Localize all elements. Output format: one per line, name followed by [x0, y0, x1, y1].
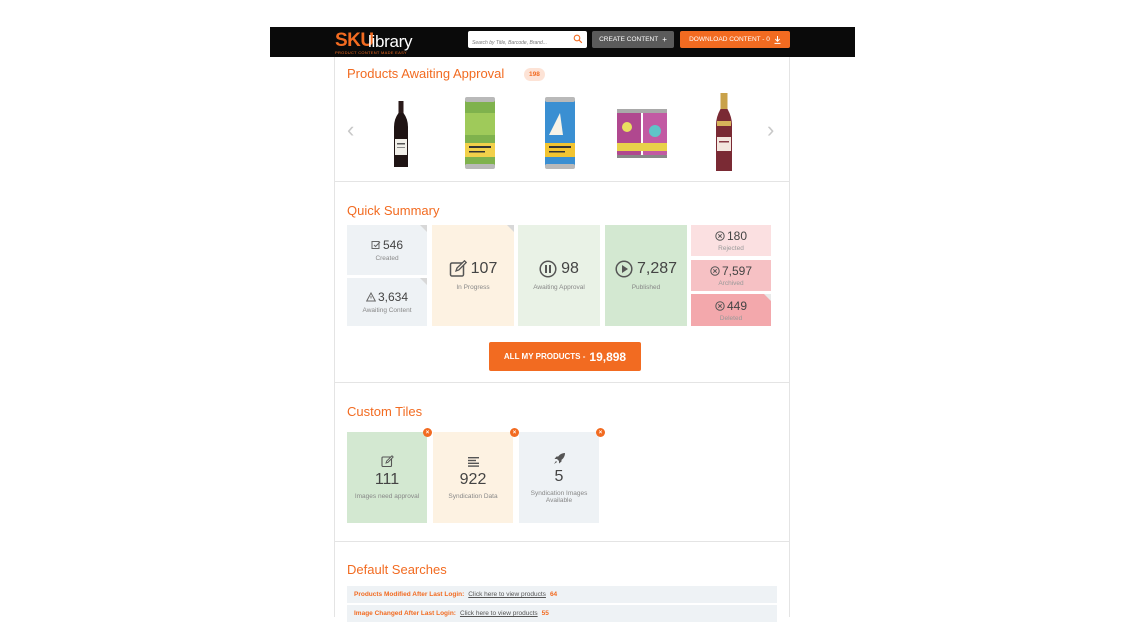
default-search-row: Image Changed After Last Login: Click he…	[347, 605, 777, 622]
default-searches-title: Default Searches	[347, 562, 447, 577]
dashboard-main: Products Awaiting Approval 198 ‹ › Quick…	[334, 57, 790, 622]
top-bar: SKU library PRODUCT CONTENT MADE EASY CR…	[270, 27, 855, 57]
search-icon[interactable]	[573, 34, 583, 44]
view-products-link[interactable]: Click here to view products	[468, 591, 546, 598]
tile-published-value: 7,287	[636, 260, 678, 277]
download-content-label: DOWNLOAD CONTENT - 0	[689, 36, 770, 43]
product-image-purple-four-pack[interactable]	[615, 105, 671, 161]
custom-tile-syndication-data[interactable]: 922 Syndication Data	[433, 432, 513, 523]
tile-archived[interactable]: 7,597 Archived	[691, 260, 771, 291]
search-box	[468, 31, 587, 52]
remove-tile-button[interactable]: ×	[423, 428, 432, 437]
tile-awaiting-content-value: 3,634	[377, 290, 409, 304]
default-searches-section: Default Searches Products Modified After…	[335, 543, 789, 622]
awaiting-approval-section: Products Awaiting Approval 198 ‹ ›	[335, 57, 789, 182]
x-circle-icon	[715, 300, 725, 311]
create-content-label: CREATE CONTENT	[599, 36, 659, 43]
tile-awaiting-content-label: Awaiting Content	[362, 307, 412, 314]
tile-created-value: 546	[382, 238, 404, 252]
all-my-products-label: ALL MY PRODUCTS -	[503, 352, 586, 361]
logo-tagline: PRODUCT CONTENT MADE EASY	[335, 50, 408, 55]
edit-icon	[380, 455, 394, 468]
rocket-icon	[553, 452, 565, 464]
custom-tiles-section: Custom Tiles 111 Images need approval × …	[335, 384, 789, 542]
custom-tile-label: Images need approval	[354, 493, 420, 500]
tile-in-progress-label: In Progress	[456, 284, 490, 291]
default-search-count: 55	[541, 610, 549, 617]
custom-tile-value: 5	[554, 467, 564, 485]
play-icon	[615, 260, 633, 278]
custom-tile-value: 922	[459, 470, 487, 488]
tile-awaiting-approval-label: Awaiting Approval	[533, 284, 585, 291]
tile-published-label: Published	[631, 284, 661, 291]
tile-awaiting-approval-value: 98	[561, 260, 579, 277]
plus-icon: +	[662, 35, 667, 44]
awaiting-approval-count-badge: 198	[524, 68, 545, 81]
tile-corner-marker	[764, 294, 771, 301]
product-image-red-wine[interactable]	[389, 101, 413, 169]
custom-tile-syndication-images[interactable]: 5 Syndication Images Available	[519, 432, 599, 523]
quick-summary-title: Quick Summary	[347, 203, 440, 218]
tile-rejected-value: 180	[726, 229, 748, 243]
logo-library-text: library	[368, 32, 413, 51]
download-content-button[interactable]: DOWNLOAD CONTENT - 0	[680, 31, 790, 48]
tile-archived-value: 7,597	[721, 264, 753, 278]
all-my-products-button[interactable]: ALL MY PRODUCTS - 19,898	[489, 342, 641, 371]
tile-deleted-label: Deleted	[719, 314, 743, 322]
product-image-blue-can[interactable]	[543, 95, 577, 171]
default-search-key: Products Modified After Last Login:	[354, 591, 465, 598]
all-my-products-count: 19,898	[589, 349, 627, 364]
view-products-link[interactable]: Click here to view products	[460, 610, 538, 617]
download-icon	[774, 35, 781, 44]
carousel-next-arrow[interactable]: ›	[767, 117, 774, 143]
tile-corner-marker	[507, 225, 514, 232]
custom-tile-images-need-approval[interactable]: 111 Images need approval	[347, 432, 427, 523]
tile-awaiting-approval[interactable]: 98 Awaiting Approval	[518, 225, 600, 326]
remove-tile-button[interactable]: ×	[510, 428, 519, 437]
app-window: SKU library PRODUCT CONTENT MADE EASY CR…	[270, 27, 855, 622]
sku-library-logo[interactable]: SKU library PRODUCT CONTENT MADE EASY	[335, 30, 425, 55]
tile-awaiting-content[interactable]: 3,634 Awaiting Content	[347, 278, 427, 326]
search-input[interactable]	[468, 34, 568, 52]
default-search-row: Products Modified After Last Login: Clic…	[347, 586, 777, 603]
x-circle-icon	[715, 231, 725, 241]
checkbox-icon	[371, 241, 381, 249]
quick-summary-section: Quick Summary 546 Created 3,634 Awaiting…	[335, 183, 789, 383]
x-circle-icon	[710, 266, 720, 276]
edit-icon	[449, 260, 467, 277]
tile-created-label: Created	[375, 255, 399, 262]
custom-tile-value: 111	[374, 471, 400, 488]
custom-tile-label: Syndication Data	[448, 492, 498, 500]
tile-published[interactable]: 7,287 Published	[605, 225, 687, 326]
awaiting-approval-title: Products Awaiting Approval	[347, 66, 505, 81]
tile-archived-label: Archived	[718, 280, 744, 287]
tile-rejected-label: Rejected	[718, 245, 744, 252]
carousel-prev-arrow[interactable]: ‹	[347, 117, 354, 143]
warning-icon	[365, 292, 376, 302]
pause-icon	[539, 260, 557, 278]
custom-tiles-title: Custom Tiles	[347, 404, 423, 419]
product-image-green-can[interactable]	[463, 95, 497, 171]
tile-in-progress-value: 107	[470, 260, 498, 277]
tile-deleted-value: 449	[726, 298, 748, 313]
tile-corner-marker	[420, 225, 427, 232]
tile-deleted[interactable]: 449 Deleted	[691, 294, 771, 326]
tile-rejected[interactable]: 180 Rejected	[691, 225, 771, 256]
product-image-sparkling-rose[interactable]	[712, 93, 736, 173]
tile-created[interactable]: 546 Created	[347, 225, 427, 275]
create-content-button[interactable]: CREATE CONTENT +	[592, 31, 674, 48]
tile-in-progress[interactable]: 107 In Progress	[432, 225, 514, 326]
remove-tile-button[interactable]: ×	[596, 428, 605, 437]
list-icon	[467, 456, 479, 467]
default-search-key: Image Changed After Last Login:	[354, 610, 456, 617]
tile-corner-marker	[420, 278, 427, 285]
default-search-count: 64	[549, 591, 558, 598]
custom-tile-label: Syndication Images Available	[530, 489, 588, 504]
